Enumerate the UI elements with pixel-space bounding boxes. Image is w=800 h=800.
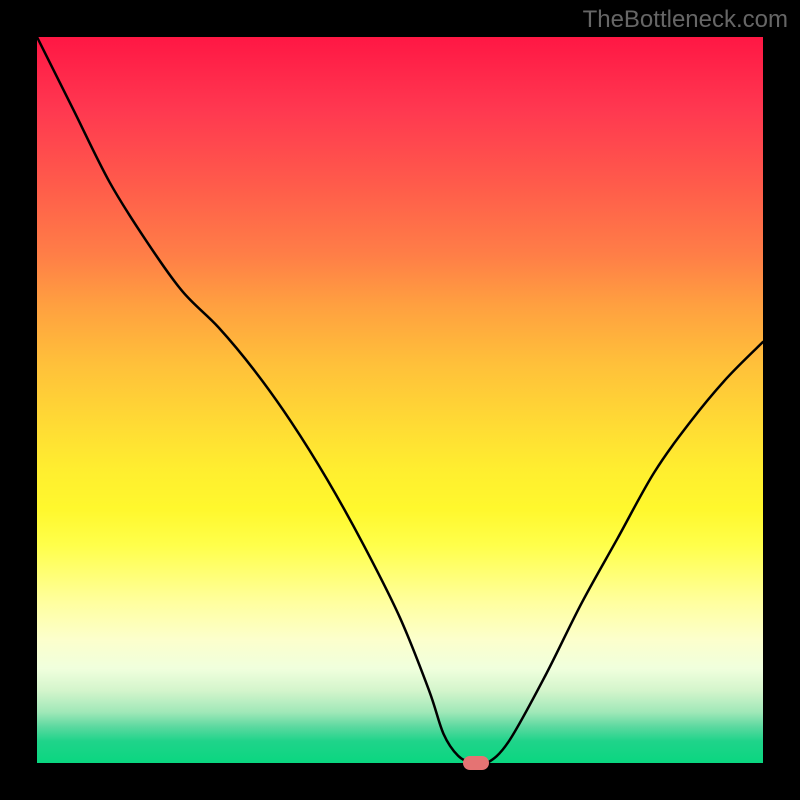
optimal-point-marker bbox=[463, 756, 489, 770]
watermark-text: TheBottleneck.com bbox=[583, 6, 788, 34]
chart-plot-area bbox=[37, 37, 763, 763]
bottleneck-curve bbox=[37, 37, 763, 763]
